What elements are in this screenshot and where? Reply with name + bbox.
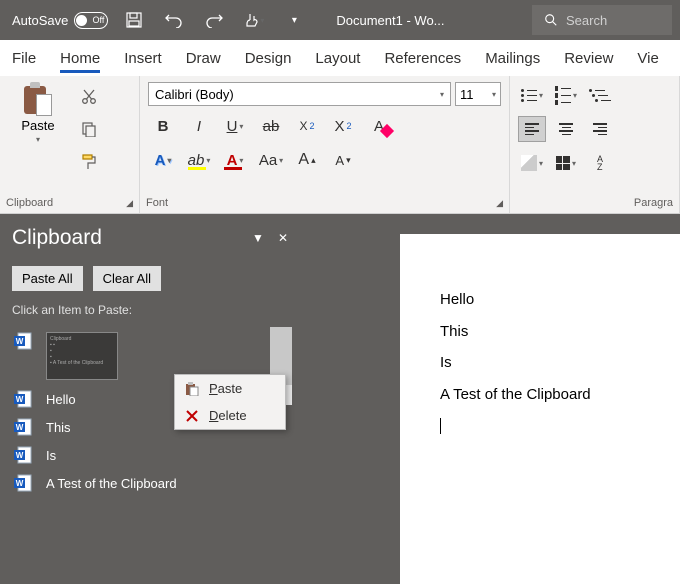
sort-button[interactable]: A Z — [586, 150, 614, 176]
chevron-down-icon[interactable]: ▾ — [36, 135, 40, 144]
delete-icon — [185, 409, 199, 423]
undo-icon[interactable] — [156, 2, 192, 38]
word-icon: W — [14, 474, 32, 492]
align-left-button[interactable] — [518, 116, 546, 142]
autosave-switch[interactable]: Off — [74, 12, 108, 29]
italic-button[interactable]: I — [184, 112, 214, 140]
borders-button[interactable]: ▾ — [552, 150, 580, 176]
tab-draw[interactable]: Draw — [186, 44, 221, 73]
bold-button[interactable]: B — [148, 112, 178, 140]
numbering-button[interactable]: ▾ — [552, 82, 580, 108]
tab-references[interactable]: References — [384, 44, 461, 73]
clipboard-launcher-icon[interactable]: ◢ — [126, 198, 133, 209]
qat-customize-icon[interactable]: ▾ — [276, 2, 312, 38]
autosave-toggle[interactable]: AutoSave Off — [8, 10, 112, 31]
tab-layout[interactable]: Layout — [315, 44, 360, 73]
context-menu: Paste Delete — [174, 374, 286, 430]
font-name-combo[interactable]: Calibri (Body)▾ — [148, 82, 451, 106]
chevron-down-icon: ▾ — [260, 16, 264, 25]
pane-hint: Click an Item to Paste: — [12, 303, 288, 317]
cut-icon[interactable] — [78, 86, 100, 108]
format-painter-icon[interactable] — [78, 150, 100, 172]
touch-mode-icon[interactable]: ▾ — [236, 2, 272, 38]
ribbon-tabs: File Home Insert Draw Design Layout Refe… — [0, 40, 680, 76]
clipboard-thumbnail: Clipboard▪ ▪▪▪▪ A Test of the Clipboard — [46, 332, 118, 380]
group-font: Calibri (Body)▾ 11▾ B I U▾ ab X2 X2 A A▾… — [140, 76, 510, 213]
page[interactable]: Hello This Is A Test of the Clipboard — [400, 234, 680, 584]
search-box[interactable]: Search — [532, 5, 672, 35]
strikethrough-button[interactable]: ab — [256, 112, 286, 140]
tab-file[interactable]: File — [12, 44, 36, 73]
tab-view[interactable]: Vie — [637, 44, 658, 73]
search-placeholder: Search — [566, 13, 607, 28]
underline-button[interactable]: U▾ — [220, 112, 250, 140]
tab-home[interactable]: Home — [60, 44, 100, 73]
document-title: Document1 - Wo... — [336, 13, 444, 28]
grow-font-button[interactable]: A▴ — [292, 146, 322, 174]
document-area[interactable]: Hello This Is A Test of the Clipboard — [300, 214, 680, 576]
document-line: Is — [440, 347, 680, 379]
tab-insert[interactable]: Insert — [124, 44, 162, 73]
tab-review[interactable]: Review — [564, 44, 613, 73]
tab-design[interactable]: Design — [245, 44, 292, 73]
clipboard-item[interactable]: W A Test of the Clipboard — [12, 469, 288, 497]
word-icon: W — [14, 390, 32, 408]
svg-text:W: W — [16, 451, 24, 460]
bullets-button[interactable]: ▾ — [518, 82, 546, 108]
align-center-button[interactable] — [552, 116, 580, 142]
group-paragraph: ▾ ▾ ▾ ▾ A Z Paragra — [510, 76, 680, 213]
tab-mailings[interactable]: Mailings — [485, 44, 540, 73]
clipboard-item[interactable]: W Is — [12, 441, 288, 469]
font-color-button[interactable]: A▾ — [220, 146, 250, 174]
paste-button[interactable]: Paste ▾ — [8, 82, 68, 144]
pane-options-icon[interactable]: ▼ — [252, 231, 264, 245]
align-right-button[interactable] — [586, 116, 614, 142]
font-size-combo[interactable]: 11▾ — [455, 82, 501, 106]
pane-close-icon[interactable]: ✕ — [278, 231, 288, 245]
paste-icon — [185, 382, 199, 396]
search-icon — [544, 13, 558, 27]
document-line: Hello — [440, 284, 680, 316]
document-line: This — [440, 316, 680, 348]
pane-title: Clipboard — [12, 226, 102, 250]
save-icon[interactable] — [116, 2, 152, 38]
context-delete[interactable]: Delete — [175, 402, 285, 429]
title-bar: AutoSave Off ▾ ▾ Document1 - Wo... Searc… — [0, 0, 680, 40]
paste-all-button[interactable]: Paste All — [12, 266, 83, 291]
text-cursor — [440, 410, 680, 442]
svg-text:W: W — [16, 337, 24, 346]
copy-icon[interactable] — [78, 118, 100, 140]
clear-formatting-button[interactable]: A — [364, 112, 394, 140]
group-clipboard: Paste ▾ Clipboard◢ — [0, 76, 140, 213]
shrink-font-button[interactable]: A▾ — [328, 146, 358, 174]
shading-button[interactable]: ▾ — [518, 150, 546, 176]
change-case-button[interactable]: Aa▾ — [256, 146, 286, 174]
font-launcher-icon[interactable]: ◢ — [496, 198, 503, 209]
multilevel-button[interactable] — [586, 82, 614, 108]
svg-text:W: W — [16, 423, 24, 432]
clear-all-button[interactable]: Clear All — [93, 266, 161, 291]
ribbon: Paste ▾ Clipboard◢ Calibri (Body)▾ 11▾ B… — [0, 76, 680, 214]
clipboard-pane: Clipboard ▼ ✕ Paste All Clear All Click … — [0, 214, 300, 576]
word-icon: W — [14, 418, 32, 436]
document-line: A Test of the Clipboard — [440, 379, 680, 411]
svg-text:W: W — [16, 395, 24, 404]
highlight-button[interactable]: ab▾ — [184, 146, 214, 174]
svg-text:W: W — [16, 479, 24, 488]
paste-icon — [24, 82, 52, 116]
autosave-label: AutoSave — [12, 13, 68, 28]
word-icon: W — [14, 446, 32, 464]
redo-icon[interactable] — [196, 2, 232, 38]
subscript-button[interactable]: X2 — [292, 112, 322, 140]
word-icon: W — [14, 332, 32, 350]
text-effects-button[interactable]: A▾ — [148, 146, 178, 174]
context-paste[interactable]: Paste — [175, 375, 285, 402]
superscript-button[interactable]: X2 — [328, 112, 358, 140]
